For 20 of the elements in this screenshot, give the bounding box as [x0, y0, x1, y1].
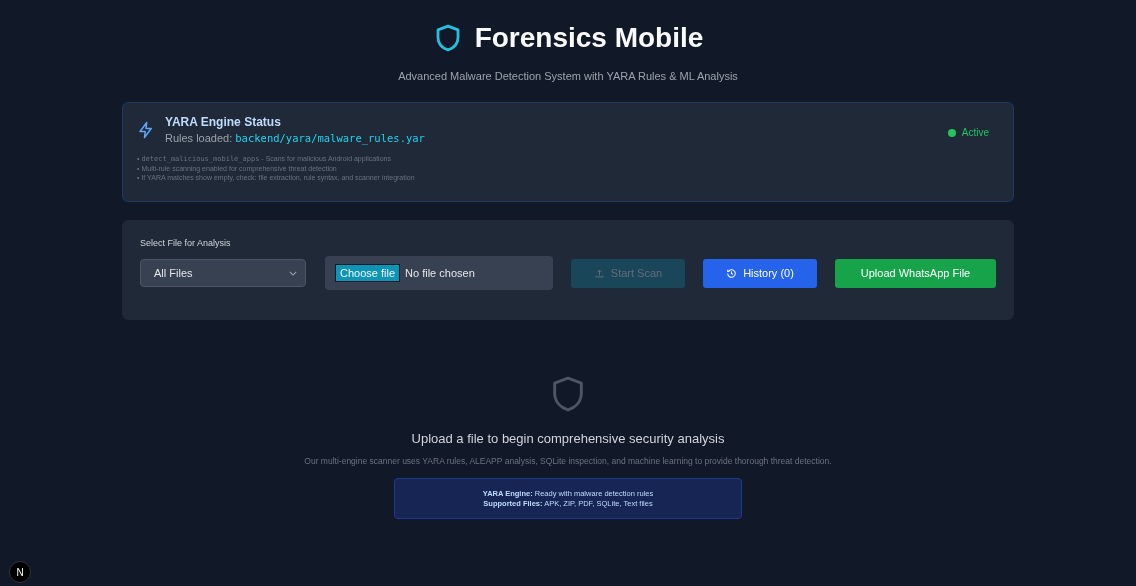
- chevron-icon: [289, 270, 297, 276]
- choose-file-button[interactable]: Choose file: [335, 264, 401, 282]
- app-subtitle: Advanced Malware Detection System with YARA Rules & ML Analysis: [397, 70, 739, 82]
- upload-button[interactable]: Upload WhatsApp File: [835, 258, 996, 288]
- engine-status-title: YARA Engine Status: [165, 115, 282, 129]
- history-button[interactable]: History (0): [703, 258, 817, 288]
- empty-heading: Upload a file to begin comprehensive security analysis: [411, 431, 725, 446]
- file-status: No file chosen: [405, 267, 475, 279]
- empty-description: Our multi-engine scanner uses YARA rules, ALEAPP analysis, SQLite inspection, and machine learning to provide thorough threat detection.: [304, 456, 832, 466]
- upload-icon: [593, 267, 605, 279]
- file-input[interactable]: Choose file No file chosen: [325, 256, 553, 290]
- lightning-icon: [137, 120, 155, 139]
- file-type-select[interactable]: All Files: [140, 259, 306, 287]
- app-title: Forensics Mobile: [474, 22, 704, 54]
- status-label: Active: [961, 127, 989, 138]
- dev-badge[interactable]: N: [9, 561, 31, 583]
- file-label: Select File for Analysis: [140, 238, 232, 248]
- history-icon: [726, 267, 738, 279]
- rules-label: Rules loaded:: [165, 132, 233, 144]
- rules-path: backend/yara/malware_rules.yar: [235, 132, 425, 144]
